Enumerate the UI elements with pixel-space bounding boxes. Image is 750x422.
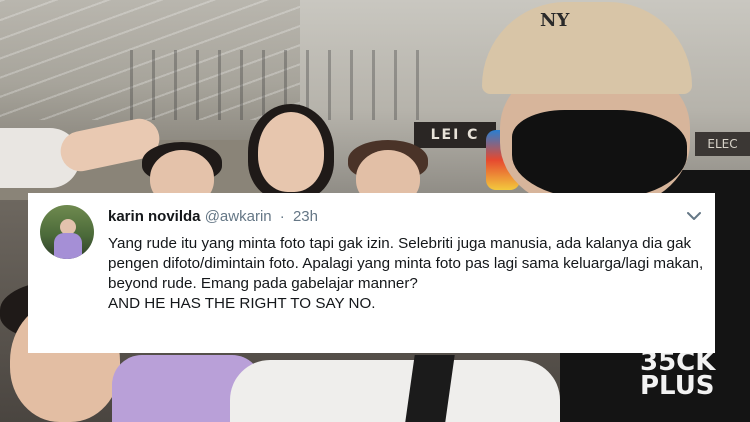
store-sign: LEI C [414, 122, 496, 148]
shirt-print-line: PLUS [640, 371, 715, 401]
display-name[interactable]: karin novilda [108, 208, 201, 225]
girl-face [258, 112, 324, 192]
user-handle[interactable]: @awkarin [205, 208, 272, 225]
avatar-dress [54, 233, 82, 259]
tweet-header: karin novilda @awkarin · 23h [108, 208, 318, 225]
tweet-paragraph: AND HE HAS THE RIGHT TO SAY NO. [108, 295, 376, 312]
face-mask [512, 110, 687, 200]
store-sign-secondary: ELEC [695, 132, 750, 156]
tweet-card[interactable]: karin novilda @awkarin · 23h Yang rude i… [28, 193, 715, 353]
avatar[interactable] [40, 205, 94, 259]
separator-dot: · [279, 208, 285, 225]
tweet-text: Yang rude itu yang minta foto tapi gak i… [108, 234, 708, 314]
shirt-print: 35CK PLUS [640, 349, 715, 401]
cap-logo: NY [540, 10, 570, 31]
white-shirt [230, 360, 560, 422]
tweet-timestamp[interactable]: 23h [293, 208, 318, 225]
chevron-down-icon[interactable] [685, 207, 703, 225]
tweet-paragraph: Yang rude itu yang minta foto tapi gak i… [108, 235, 704, 292]
